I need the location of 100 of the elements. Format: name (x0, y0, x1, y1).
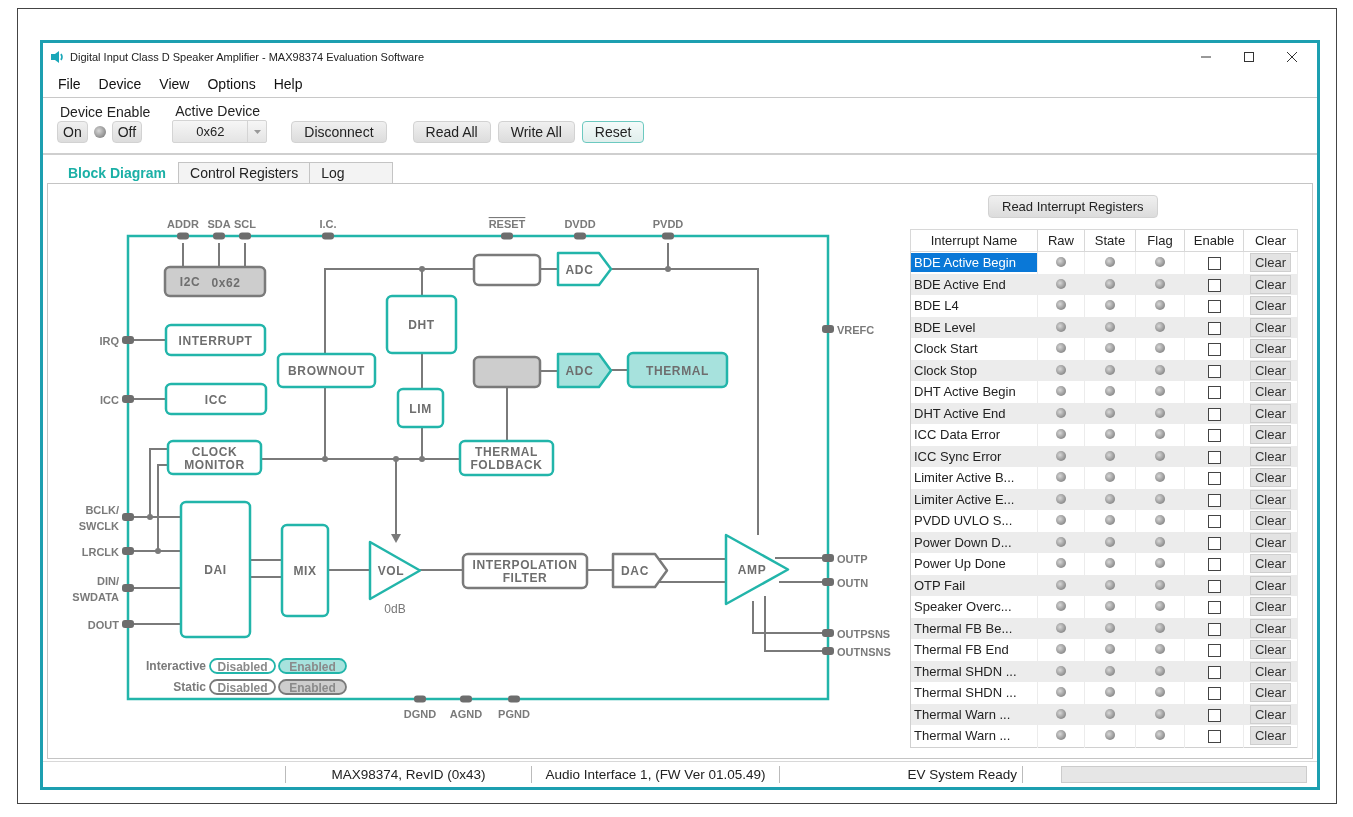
interrupt-name[interactable]: Thermal FB Be... (911, 618, 1037, 638)
enable-checkbox[interactable] (1207, 558, 1221, 572)
menu-item[interactable]: View (150, 75, 199, 92)
clear-button[interactable]: Clear (1249, 403, 1292, 423)
enable-checkbox[interactable] (1207, 687, 1221, 701)
interrupt-name[interactable]: Power Down D... (911, 532, 1037, 552)
function-block[interactable]: THERMAL FOLDBACK (458, 439, 555, 477)
enable-checkbox[interactable] (1207, 644, 1221, 658)
function-block[interactable]: ICC (164, 382, 268, 416)
amplifier-symbol[interactable]: AMP (724, 533, 790, 606)
interrupt-name[interactable]: Power Up Done (911, 554, 1037, 574)
function-block[interactable]: LIM (396, 387, 445, 429)
clear-button[interactable]: Clear (1249, 317, 1292, 337)
toolbar-button[interactable]: Write All (497, 121, 575, 143)
function-block[interactable]: INTERRUPT (164, 323, 267, 357)
menu-item[interactable]: Device (89, 75, 151, 92)
clear-button[interactable]: Clear (1249, 274, 1292, 294)
enable-checkbox[interactable] (1207, 579, 1221, 593)
clear-button[interactable]: Clear (1249, 575, 1292, 595)
clear-button[interactable]: Clear (1249, 704, 1292, 724)
interrupt-name[interactable]: Thermal Warn ... (911, 704, 1037, 724)
tab[interactable]: Control Registers (178, 162, 311, 183)
interrupt-name[interactable]: Thermal FB End (911, 640, 1037, 660)
function-block[interactable]: CLOCK MONITOR (166, 439, 263, 476)
menu-item[interactable]: Help (264, 75, 312, 92)
enable-checkbox[interactable] (1207, 493, 1221, 507)
clear-button[interactable]: Clear (1249, 640, 1292, 660)
close-icon[interactable] (1286, 50, 1298, 63)
enable-checkbox[interactable] (1207, 536, 1221, 550)
clear-button[interactable]: Clear (1249, 425, 1292, 445)
clear-button[interactable]: Clear (1249, 360, 1292, 380)
enable-checkbox[interactable] (1207, 730, 1221, 744)
enable-checkbox[interactable] (1207, 515, 1221, 529)
interrupt-name[interactable]: BDE Level (911, 317, 1037, 337)
interrupt-name[interactable]: Clock Stop (911, 360, 1037, 380)
clear-button[interactable]: Clear (1249, 382, 1292, 402)
enable-checkbox[interactable] (1207, 429, 1221, 443)
menu-item[interactable]: Options (198, 75, 265, 92)
interrupt-name[interactable]: Thermal SHDN ... (911, 683, 1037, 703)
interrupt-name[interactable]: OTP Fail (911, 575, 1037, 595)
off-button[interactable]: Off (111, 121, 143, 143)
amplifier-symbol[interactable]: VOL (368, 540, 422, 601)
device-dropdown[interactable]: 0x62 (172, 120, 268, 143)
enable-checkbox[interactable] (1207, 622, 1221, 636)
interrupt-name[interactable]: Limiter Active E... (911, 489, 1037, 509)
clear-button[interactable]: Clear (1249, 296, 1292, 316)
converter-block[interactable]: ADC (556, 251, 613, 287)
clear-button[interactable]: Clear (1249, 661, 1292, 681)
enable-checkbox[interactable] (1207, 364, 1221, 378)
converter-block[interactable]: ADC (556, 352, 613, 389)
interrupt-name[interactable]: Thermal SHDN ... (911, 661, 1037, 681)
enable-checkbox[interactable] (1207, 343, 1221, 357)
clear-button[interactable]: Clear (1249, 339, 1292, 359)
function-block[interactable]: BROWNOUT (276, 352, 377, 389)
on-button[interactable]: On (57, 121, 88, 143)
enable-checkbox[interactable] (1207, 450, 1221, 464)
interrupt-name[interactable]: Limiter Active B... (911, 468, 1037, 488)
enable-checkbox[interactable] (1207, 665, 1221, 679)
toolbar-button[interactable]: Reset (581, 121, 645, 143)
toolbar-button[interactable]: Disconnect (291, 121, 387, 143)
interrupt-name[interactable]: BDE Active End (911, 274, 1037, 294)
clear-button[interactable]: Clear (1249, 554, 1292, 574)
enable-checkbox[interactable] (1207, 407, 1221, 421)
function-block[interactable]: DHT (385, 294, 458, 355)
clear-button[interactable]: Clear (1249, 511, 1292, 531)
clear-button[interactable]: Clear (1249, 532, 1292, 552)
clear-button[interactable]: Clear (1249, 468, 1292, 488)
enable-checkbox[interactable] (1207, 257, 1221, 271)
interrupt-name[interactable]: Speaker Overc... (911, 597, 1037, 617)
clear-button[interactable]: Clear (1249, 726, 1292, 746)
interrupt-name[interactable]: ICC Sync Error (911, 446, 1037, 466)
function-block[interactable]: THERMAL (626, 351, 729, 389)
tab[interactable]: Log (309, 162, 394, 183)
clear-button[interactable]: Clear (1249, 253, 1292, 273)
interrupt-name[interactable]: Clock Start (911, 339, 1037, 359)
toolbar-button[interactable]: Read All (412, 121, 491, 143)
enable-checkbox[interactable] (1207, 601, 1221, 615)
menu-item[interactable]: File (49, 75, 90, 92)
enable-checkbox[interactable] (1207, 472, 1221, 486)
clear-button[interactable]: Clear (1249, 597, 1292, 617)
interrupt-name[interactable]: ICC Data Error (911, 425, 1037, 445)
interrupt-name[interactable]: Thermal Warn ... (911, 726, 1037, 746)
clear-button[interactable]: Clear (1249, 446, 1292, 466)
enable-checkbox[interactable] (1207, 321, 1221, 335)
interrupt-name[interactable]: BDE Active Begin (911, 253, 1037, 273)
interrupt-name[interactable]: PVDD UVLO S... (911, 511, 1037, 531)
read-interrupt-registers-button[interactable]: Read Interrupt Registers (988, 195, 1158, 218)
clear-button[interactable]: Clear (1249, 618, 1292, 638)
enable-checkbox[interactable] (1207, 278, 1221, 292)
function-block[interactable]: MIX (280, 523, 330, 618)
maximize-icon[interactable] (1243, 50, 1255, 63)
function-block[interactable]: DAI (179, 500, 252, 639)
clear-button[interactable]: Clear (1249, 683, 1292, 703)
enable-checkbox[interactable] (1207, 708, 1221, 722)
interrupt-name[interactable]: DHT Active Begin (911, 382, 1037, 402)
interrupt-name[interactable]: BDE L4 (911, 296, 1037, 316)
clear-button[interactable]: Clear (1249, 489, 1292, 509)
interrupt-name[interactable]: DHT Active End (911, 403, 1037, 423)
enable-checkbox[interactable] (1207, 386, 1221, 400)
enable-checkbox[interactable] (1207, 300, 1221, 314)
